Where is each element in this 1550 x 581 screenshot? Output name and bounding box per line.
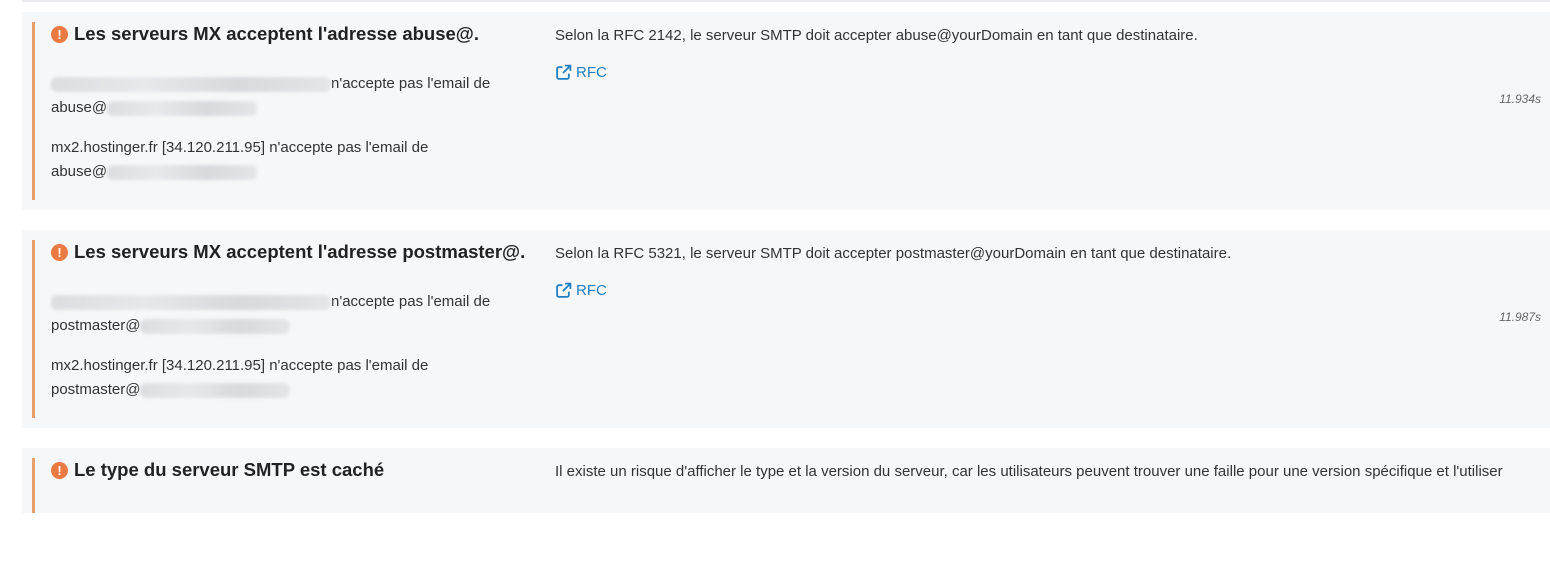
external-link-icon — [556, 64, 572, 80]
result-description: Il existe un risque d'afficher le type e… — [555, 463, 1503, 480]
exclamation-circle-icon: ! — [51, 461, 68, 479]
warning-accent-bar — [32, 458, 35, 513]
result-description: Selon la RFC 2142, le serveur SMTP doit … — [555, 27, 1198, 44]
rfc-link[interactable]: RFC — [555, 64, 607, 81]
recipient-prefix: postmaster@ — [51, 381, 141, 398]
result-title-text: Les serveurs MX acceptent l'adresse post… — [74, 241, 526, 262]
top-divider — [22, 0, 1550, 2]
external-link-icon — [556, 282, 572, 298]
result-title: ! Les serveurs MX acceptent l'adresse ab… — [51, 23, 561, 45]
detail-server: mx2.hostinger.fr [34.120.211.95] — [51, 357, 266, 374]
redacted-server — [51, 294, 331, 310]
result-postmaster-address: ! Les serveurs MX acceptent l'adresse po… — [22, 230, 1550, 428]
recipient-prefix: postmaster@ — [51, 317, 141, 334]
detail-text: n'accepte pas l'email de — [331, 293, 491, 310]
warning-accent-bar — [32, 22, 35, 200]
result-title-text: Le type du serveur SMTP est caché — [74, 459, 385, 480]
rfc-link[interactable]: RFC — [555, 282, 607, 299]
timing: 11.987s — [1499, 310, 1541, 324]
recipient-prefix: abuse@ — [51, 163, 108, 180]
detail-line: mx2.hostinger.fr [34.120.211.95] n'accep… — [51, 354, 531, 402]
redacted-server — [51, 76, 331, 92]
redacted-domain — [107, 100, 258, 116]
detail-line: n'accepte pas l'email de postmaster@ — [51, 290, 531, 338]
timing: 11.934s — [1499, 92, 1541, 106]
detail-text: n'accepte pas l'email de — [331, 75, 491, 92]
result-smtp-server-type: ! Le type du serveur SMTP est caché Il e… — [22, 448, 1550, 513]
exclamation-circle-icon: ! — [51, 243, 68, 261]
detail-line: n'accepte pas l'email de abuse@ — [51, 72, 531, 120]
result-title-text: Les serveurs MX acceptent l'adresse abus… — [74, 23, 479, 44]
redacted-domain — [107, 164, 258, 180]
detail-server: mx2.hostinger.fr [34.120.211.95] — [51, 139, 266, 156]
warning-accent-bar — [32, 240, 35, 418]
redacted-domain — [140, 318, 291, 334]
redacted-domain — [140, 382, 291, 398]
rfc-link-label: RFC — [576, 64, 607, 81]
exclamation-circle-icon: ! — [51, 25, 68, 43]
result-title: ! Le type du serveur SMTP est caché — [51, 459, 561, 481]
result-title: ! Les serveurs MX acceptent l'adresse po… — [51, 241, 561, 263]
result-details: n'accepte pas l'email de postmaster@ mx2… — [51, 290, 531, 418]
detail-text: n'accepte pas l'email de — [265, 139, 429, 156]
result-abuse-address: ! Les serveurs MX acceptent l'adresse ab… — [22, 12, 1550, 210]
result-details: n'accepte pas l'email de abuse@ mx2.host… — [51, 72, 531, 200]
result-description: Selon la RFC 5321, le serveur SMTP doit … — [555, 245, 1232, 262]
detail-line: mx2.hostinger.fr [34.120.211.95] n'accep… — [51, 136, 531, 184]
recipient-prefix: abuse@ — [51, 99, 108, 116]
rfc-link-label: RFC — [576, 282, 607, 299]
detail-text: n'accepte pas l'email de — [265, 357, 429, 374]
